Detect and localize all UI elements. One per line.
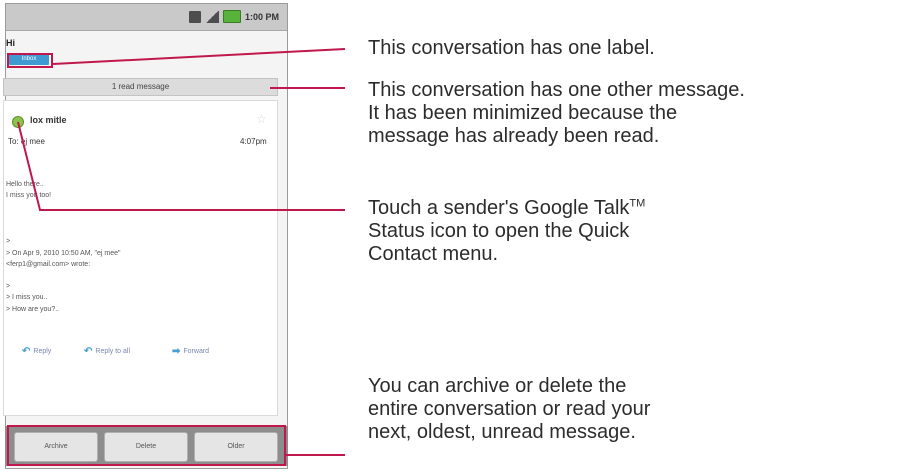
callout-line: entire conversation or read your xyxy=(368,398,651,420)
callout-line: Status icon to open the Quick xyxy=(368,220,630,242)
callout-line: You can archive or delete the xyxy=(368,375,627,397)
callout-line: This conversation has one other message. xyxy=(368,79,745,101)
callout-line: message has already been read. xyxy=(368,125,660,147)
trademark: TM xyxy=(629,197,646,210)
leader-status-icon xyxy=(17,121,345,211)
callout-line: Contact menu. xyxy=(368,243,499,265)
callout-line: It has been minimized because the xyxy=(368,102,678,124)
leader-label xyxy=(52,48,346,65)
callout-status-icon: Touch a sender's Google TalkTM Status ic… xyxy=(368,197,645,266)
callout-label: This conversation has one label. xyxy=(368,37,655,60)
callout-line: next, oldest, unread message. xyxy=(368,421,636,443)
callout-line: Touch a sender's Google Talk xyxy=(368,197,630,219)
callout-line: This conversation has one label. xyxy=(368,37,655,59)
callout-read-message: This conversation has one other message.… xyxy=(368,79,745,148)
callout-buttons: You can archive or delete the entire con… xyxy=(368,375,650,444)
